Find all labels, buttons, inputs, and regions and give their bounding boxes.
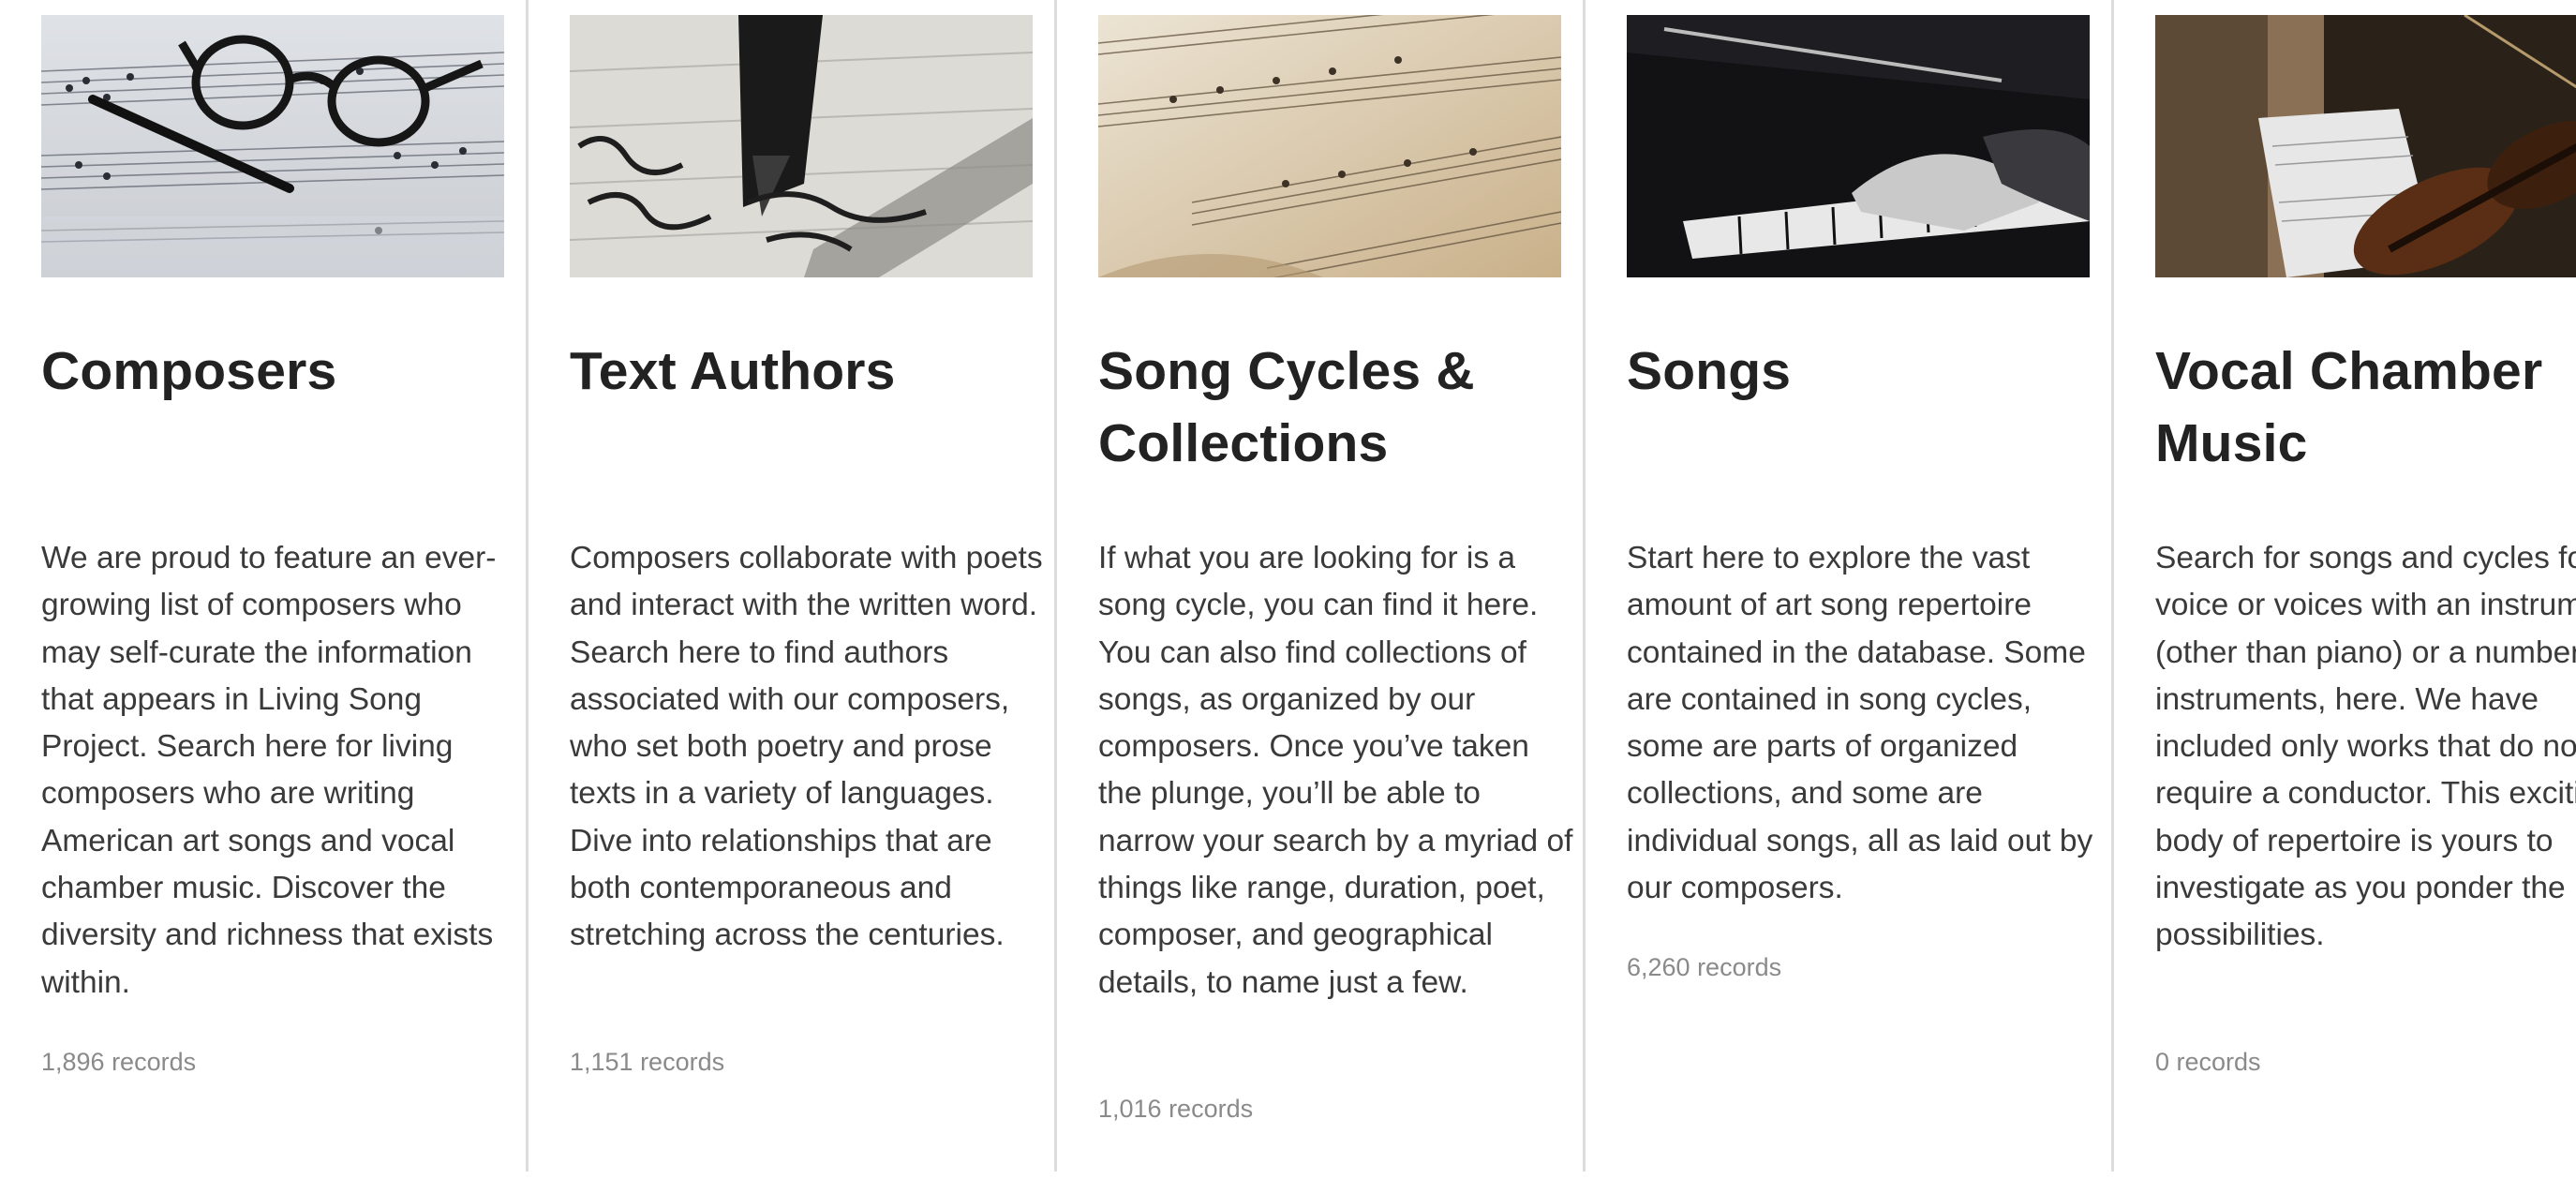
songs-image bbox=[1627, 15, 2090, 277]
category-description: Search for songs and cycles for voice or… bbox=[2155, 535, 2576, 960]
category-title[interactable]: Text Authors bbox=[570, 336, 1038, 408]
record-count: 1,016 records bbox=[1098, 1095, 1254, 1123]
category-description: Composers collaborate with poets and int… bbox=[570, 541, 1043, 953]
song-cycles-image bbox=[1098, 15, 1561, 277]
category-description: If what you are looking for is a song cy… bbox=[1098, 541, 1573, 1000]
category-grid: Composers We are proud to feature an eve… bbox=[0, 0, 2576, 1179]
category-title[interactable]: Vocal Chamber Music bbox=[2155, 336, 2576, 480]
record-count: 1,151 records bbox=[570, 1048, 725, 1076]
category-title[interactable]: Songs bbox=[1627, 336, 2095, 408]
composers-image bbox=[41, 15, 504, 277]
category-description: Start here to explore the vast amount of… bbox=[1627, 541, 2093, 906]
vocal-chamber-music-image bbox=[2155, 15, 2576, 277]
category-description: We are proud to feature an ever-growing … bbox=[41, 541, 497, 1000]
category-card-text-authors[interactable]: Text Authors Composers collaborate with … bbox=[529, 0, 1057, 1172]
text-authors-image bbox=[570, 15, 1033, 277]
category-title[interactable]: Composers bbox=[41, 336, 510, 408]
category-card-song-cycles[interactable]: Song Cycles & Collections If what you ar… bbox=[1057, 0, 1586, 1172]
record-count: 0 records bbox=[2155, 1048, 2261, 1076]
category-title[interactable]: Song Cycles & Collections bbox=[1098, 336, 1567, 480]
record-count: 1,896 records bbox=[41, 1048, 197, 1076]
category-description-text: Search for songs and cycles for voice or… bbox=[2155, 541, 2576, 953]
category-card-songs[interactable]: Songs Start here to explore the vast amo… bbox=[1586, 0, 2114, 1172]
category-card-composers[interactable]: Composers We are proud to feature an eve… bbox=[0, 0, 529, 1172]
category-card-vocal-chamber-music[interactable]: Vocal Chamber Music Search for songs and… bbox=[2114, 0, 2576, 1172]
record-count: 6,260 records bbox=[1627, 953, 1782, 981]
